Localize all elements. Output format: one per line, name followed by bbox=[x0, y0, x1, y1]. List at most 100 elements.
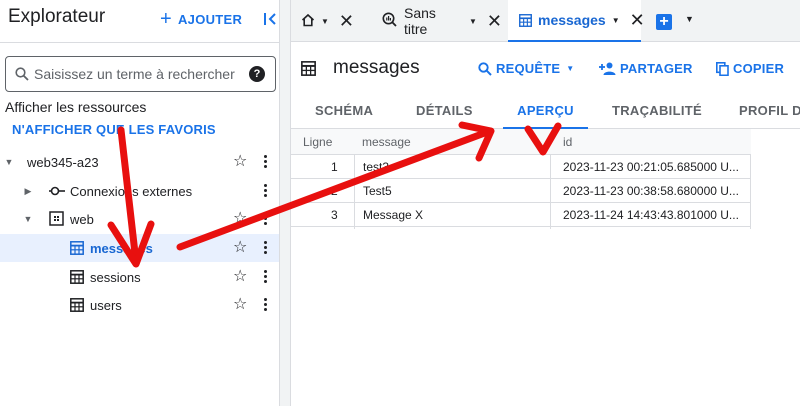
caret-down-icon[interactable]: ▼ bbox=[22, 213, 34, 225]
tab-details[interactable]: DÉTAILS bbox=[416, 93, 473, 129]
search-icon bbox=[15, 67, 29, 86]
more-vert-icon[interactable] bbox=[262, 297, 268, 313]
tree-item-label: web bbox=[70, 212, 94, 227]
tree-item-label: web345-a23 bbox=[27, 155, 99, 170]
table-icon bbox=[519, 13, 532, 27]
column-divider bbox=[550, 155, 551, 229]
close-icon[interactable]: ✕ bbox=[339, 11, 354, 32]
tree-item-table-messages[interactable]: messages ☆ bbox=[0, 234, 279, 262]
star-icon[interactable]: ☆ bbox=[233, 240, 247, 256]
explorer-header: Explorateur + AJOUTER bbox=[0, 0, 279, 40]
tab-profile[interactable]: PROFIL DE bbox=[739, 93, 800, 129]
cell-message: Message X bbox=[363, 207, 424, 222]
copy-button-label: COPIER bbox=[733, 61, 785, 76]
grid-header-row: Ligne message id bbox=[291, 129, 751, 155]
tab-preview[interactable]: APERÇU bbox=[503, 93, 588, 129]
table-title: messages bbox=[333, 57, 420, 78]
cell-id: 2023-11-24 14:43:43.801000 U... bbox=[563, 207, 739, 222]
cell-line: 1 bbox=[331, 159, 338, 174]
caret-down-icon[interactable]: ▼ bbox=[3, 156, 15, 168]
copy-icon bbox=[716, 61, 729, 76]
close-icon[interactable]: ✕ bbox=[630, 10, 645, 31]
tree-item-label: users bbox=[90, 298, 122, 313]
add-button[interactable]: + AJOUTER bbox=[160, 8, 243, 30]
table-icon bbox=[301, 61, 316, 81]
explorer-divider bbox=[0, 42, 279, 43]
cell-message: test3 bbox=[363, 159, 390, 174]
more-vert-icon[interactable] bbox=[262, 154, 268, 170]
tab-strip: ▼ ✕ Sans titre ▼ ✕ messages ▼ ✕ + ▼ bbox=[291, 0, 800, 42]
dataset-icon bbox=[49, 211, 64, 229]
explorer-title: Explorateur bbox=[8, 6, 106, 27]
more-tabs-dropdown-icon[interactable]: ▼ bbox=[685, 14, 694, 24]
close-icon[interactable]: ✕ bbox=[487, 11, 502, 32]
table-row[interactable]: 1 test3 2023-11-23 00:21:05.685000 U... bbox=[291, 155, 751, 179]
table-icon bbox=[70, 241, 84, 258]
tree-item-external-connections[interactable]: ▶ Connexions externes bbox=[0, 177, 279, 205]
star-icon[interactable]: ☆ bbox=[233, 297, 247, 313]
person-add-icon bbox=[599, 62, 616, 75]
share-button-label: PARTAGER bbox=[620, 61, 693, 76]
tree-item-label: messages bbox=[90, 241, 153, 256]
help-icon[interactable]: ? bbox=[249, 66, 265, 82]
tree-item-table-sessions[interactable]: sessions ☆ bbox=[0, 263, 279, 291]
copy-button[interactable]: COPIER bbox=[716, 61, 784, 76]
tab-label: messages bbox=[538, 12, 606, 28]
dropdown-arrow-icon[interactable]: ▼ bbox=[469, 17, 477, 26]
column-header-line: Ligne bbox=[303, 134, 333, 149]
column-header-id: id bbox=[563, 134, 573, 149]
table-row[interactable]: 2 Test5 2023-11-23 00:38:58.680000 U... bbox=[291, 179, 751, 203]
table-icon bbox=[70, 270, 84, 287]
preview-grid: Ligne message id 1 test3 2023-11-23 00:2… bbox=[291, 129, 800, 229]
tab-label: Sans titre bbox=[404, 5, 436, 37]
dropdown-arrow-icon[interactable]: ▼ bbox=[612, 16, 620, 25]
tree-item-label: sessions bbox=[90, 270, 141, 285]
search-input[interactable] bbox=[34, 65, 244, 83]
search-box: ? bbox=[5, 56, 276, 92]
cell-id: 2023-11-23 00:21:05.685000 U... bbox=[563, 159, 739, 174]
dropdown-arrow-icon: ▼ bbox=[566, 64, 575, 73]
favorites-only-link[interactable]: N'AFFICHER QUE LES FAVORIS bbox=[12, 122, 216, 137]
search-icon bbox=[478, 61, 492, 76]
cell-line: 3 bbox=[331, 207, 338, 222]
star-icon[interactable]: ☆ bbox=[233, 269, 247, 285]
detail-tabs: SCHÉMA DÉTAILS APERÇU TRAÇABILITÉ PROFIL… bbox=[291, 93, 800, 129]
table-icon bbox=[70, 298, 84, 315]
collapse-panel-icon[interactable] bbox=[262, 10, 280, 28]
external-connection-icon bbox=[49, 184, 65, 201]
show-resources-label: Afficher les ressources bbox=[5, 99, 147, 115]
dropdown-arrow-icon[interactable]: ▼ bbox=[321, 17, 329, 26]
cell-message: Test5 bbox=[363, 183, 392, 198]
cell-line: 2 bbox=[331, 183, 338, 198]
column-divider bbox=[750, 155, 751, 229]
add-button-label: AJOUTER bbox=[177, 11, 243, 27]
more-vert-icon[interactable] bbox=[262, 240, 268, 256]
more-vert-icon[interactable] bbox=[262, 183, 268, 199]
tree-item-table-users[interactable]: users ☆ bbox=[0, 291, 279, 319]
tree-item-dataset-web[interactable]: ▼ web ☆ bbox=[0, 205, 279, 233]
query-button[interactable]: REQUÊTE ▼ bbox=[478, 61, 574, 76]
explorer-panel: Explorateur + AJOUTER ? Afficher les res… bbox=[0, 0, 279, 406]
tab-schema[interactable]: SCHÉMA bbox=[315, 93, 373, 129]
plus-icon: + bbox=[160, 8, 172, 30]
tab-home[interactable]: ▼ ✕ bbox=[301, 0, 373, 42]
column-divider bbox=[354, 155, 355, 229]
table-header: messages REQUÊTE ▼ PARTAGER COPIER bbox=[291, 43, 800, 93]
more-vert-icon[interactable] bbox=[262, 269, 268, 285]
table-row[interactable]: 3 Message X 2023-11-24 14:43:43.801000 U… bbox=[291, 203, 751, 227]
column-header-message: message bbox=[362, 134, 411, 149]
tab-untitled-query[interactable]: Sans titre ▼ ✕ bbox=[382, 0, 502, 42]
more-vert-icon[interactable] bbox=[262, 211, 268, 227]
query-icon bbox=[382, 12, 397, 30]
tree-item-project[interactable]: ▼ web345-a23 ☆ bbox=[0, 148, 279, 176]
resize-gutter[interactable] bbox=[280, 0, 290, 406]
star-icon[interactable]: ☆ bbox=[233, 154, 247, 170]
caret-right-icon[interactable]: ▶ bbox=[22, 185, 34, 197]
tree-item-label: Connexions externes bbox=[70, 184, 193, 199]
star-icon[interactable]: ☆ bbox=[233, 211, 247, 227]
tab-messages[interactable]: messages ▼ ✕ bbox=[508, 0, 645, 42]
tab-lineage[interactable]: TRAÇABILITÉ bbox=[612, 93, 702, 129]
cell-id: 2023-11-23 00:38:58.680000 U... bbox=[563, 183, 739, 198]
share-button[interactable]: PARTAGER bbox=[599, 61, 693, 76]
new-tab-plus-icon[interactable]: + bbox=[656, 14, 672, 30]
